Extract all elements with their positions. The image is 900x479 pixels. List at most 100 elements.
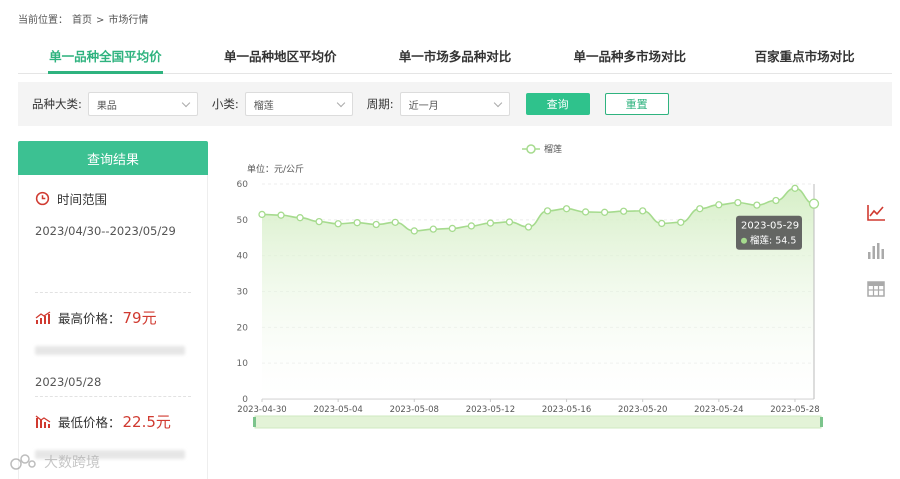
data-point[interactable] [524,223,533,231]
x-tick-label: 2023-05-04 [313,405,362,415]
breadcrumb-sep: > [96,15,105,26]
watermark-text: 大数跨境 [44,455,100,471]
zoom-handle-right[interactable] [820,417,823,427]
y-tick-label: 50 [237,216,249,226]
x-tick-label: 2023-05-20 [618,405,667,415]
price-chart: 榴莲 单位：元/公斤 0 10 20 30 40 50 60 2023-04-30 2023-… [222,136,842,436]
x-tick-label: 2023-04-30 [237,405,286,415]
tooltip-marker [741,237,747,244]
price-chart-svg: 榴莲 单位：元/公斤 0102030405060 2023-04-30 2023-… [237,143,823,429]
chart-legend[interactable]: 榴莲 [522,143,562,155]
data-point[interactable] [315,217,323,226]
breadcrumb-prefix: 当前位置： [18,15,68,26]
data-point[interactable] [600,208,609,216]
y-tick-label: 10 [237,359,249,369]
data-point[interactable] [277,211,285,219]
tab-key-markets[interactable]: 百家重点市场对比 [717,40,892,73]
period-select-value: 近一月 [408,100,439,112]
result-panel: 查询结果 时间范围 2023/04/30--2023/05/29 最高价格： 7… [18,141,208,479]
unit-label: 单位：元/公斤 [247,163,304,175]
min-price-title: 最低价格： [58,415,121,430]
tab-regional-average[interactable]: 单一品种地区平均价 [193,40,368,73]
data-point[interactable] [467,222,476,230]
tab-bar: 单一品种全国平均价 单一品种地区平均价 单一市场多品种对比 单一品种多市场对比 … [18,40,892,74]
data-point[interactable] [429,225,437,233]
data-point[interactable] [334,220,342,228]
category-select[interactable]: 果品 [87,92,198,116]
zoom-track[interactable] [254,415,822,429]
tooltip-value: 榴莲: 54.5 [750,235,796,247]
x-tick-label: 2023-05-24 [694,405,743,415]
x-tick-label: 2023-05-12 [466,405,515,415]
data-point[interactable] [486,219,495,227]
table-view-button[interactable] [864,280,888,318]
bar-chart-icon [868,243,884,259]
data-point[interactable] [505,218,514,226]
data-point[interactable] [808,198,820,209]
breadcrumb-home[interactable]: 首页 [72,15,92,26]
reset-button[interactable]: 重置 [604,93,669,115]
legend-marker [526,144,536,154]
tab-national-average[interactable]: 单一品种全国平均价 [18,40,193,74]
data-zoom-slider[interactable] [253,415,823,429]
chart-type-switcher [864,204,888,318]
data-point[interactable] [658,219,666,228]
breadcrumb: 当前位置： 首页 > 市场行情 [18,11,152,26]
data-point[interactable] [353,219,361,227]
data-point[interactable] [639,207,647,215]
time-range-value: 2023/04/30--2023/05/29 [35,224,176,238]
data-point[interactable] [696,205,704,213]
category-label: 品种大类: [32,97,82,111]
data-point[interactable] [543,207,552,215]
subcategory-label: 小类: [211,97,239,111]
redacted-market-name [35,346,185,355]
subcategory-select-value: 榴莲 [253,100,274,112]
watermark: 大数跨境 [8,452,100,472]
bar-chart-button[interactable] [864,242,888,280]
y-tick-label: 30 [237,288,249,298]
y-tick-label: 0 [242,395,248,405]
data-point[interactable] [715,201,723,209]
data-point[interactable] [581,208,590,216]
y-tick-label: 20 [237,323,249,333]
time-range-section: 时间范围 2023/04/30--2023/05/29 [35,175,191,293]
data-point[interactable] [296,214,304,222]
zoom-handle-left[interactable] [253,417,256,427]
data-point[interactable] [258,210,266,219]
data-point[interactable] [410,227,418,235]
x-tick-label: 2023-05-28 [770,405,819,415]
data-point[interactable] [372,220,380,229]
data-point[interactable] [734,198,742,207]
period-select[interactable]: 近一月 [399,92,510,116]
category-select-value: 果品 [96,100,117,112]
data-point[interactable] [753,201,761,209]
data-point[interactable] [391,218,399,226]
result-header: 查询结果 [18,141,208,175]
breadcrumb-current: 市场行情 [108,15,149,26]
min-price-value: 22.5元 [122,413,171,431]
x-tick-label: 2023-05-16 [542,405,591,415]
data-point[interactable] [791,184,799,192]
query-button[interactable]: 查询 [525,93,590,115]
data-point[interactable] [677,218,685,226]
data-point[interactable] [448,224,456,233]
y-axis: 0 10 20 30 40 50 60 [237,180,249,405]
tab-variety-multi-market[interactable]: 单一品种多市场对比 [542,40,717,73]
data-point[interactable] [772,196,780,205]
y-tick-label: 40 [237,252,249,262]
chart-tooltip: 2023-05-29 榴莲: 54.5 [736,215,802,250]
data-point[interactable] [620,207,628,215]
max-price-date: 2023/05/28 [35,375,102,389]
max-price-value: 79元 [122,309,157,327]
data-point[interactable] [562,205,571,213]
table-icon [867,281,885,297]
line-chart-button[interactable] [864,204,888,242]
chevron-down-icon [181,98,191,107]
chevron-down-icon [336,98,345,107]
max-price-section: 最高价格： 79元 2023/05/28 [35,293,191,397]
filter-bar: 品种大类: 果品 小类: 榴莲 周期: 近一月 查询 重置 [18,82,892,126]
max-price-title: 最高价格： [58,311,121,326]
watermark-logo-icon [10,454,36,470]
subcategory-select[interactable]: 榴莲 [244,92,353,116]
tab-market-multi-variety[interactable]: 单一市场多品种对比 [368,40,543,73]
